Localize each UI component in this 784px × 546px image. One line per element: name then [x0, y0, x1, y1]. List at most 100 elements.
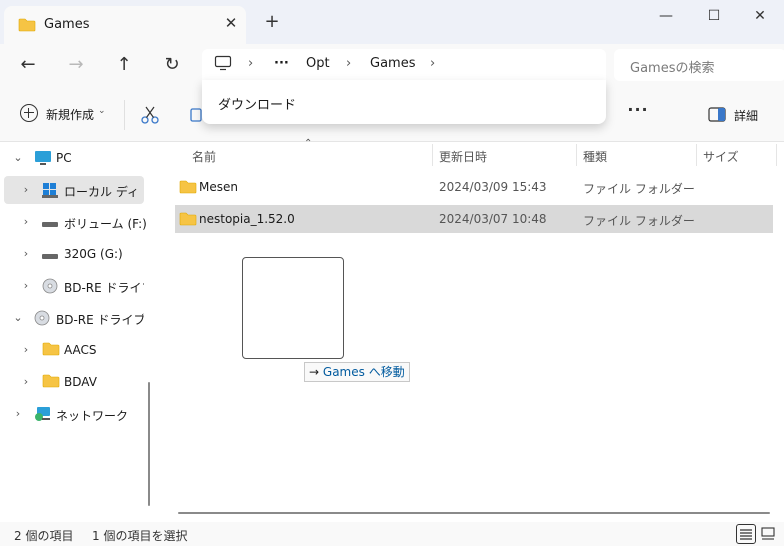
forward-button[interactable]: → — [64, 54, 88, 76]
computer-icon[interactable] — [214, 55, 232, 75]
search-placeholder: Gamesの検索 — [630, 61, 715, 76]
column-header-modified[interactable]: 更新日時 — [439, 148, 487, 165]
folder-icon — [179, 180, 197, 197]
breadcrumb-dropdown: ダウンロード — [202, 80, 606, 124]
maximize-button[interactable]: ☐ — [704, 8, 724, 24]
status-bar: 2 個の項目 1 個の項目を選択 — [0, 522, 784, 546]
sidebar-item-label: BD-RE ドライブ (H — [56, 313, 144, 327]
details-pane-icon — [708, 107, 726, 125]
close-tab-icon[interactable]: ✕ — [221, 14, 241, 32]
chevron-down-icon: ⌄ — [98, 106, 106, 116]
chevron-down-icon[interactable]: ⌄ — [12, 151, 24, 164]
drive-icon — [42, 182, 58, 201]
sidebar-item-label: ローカル ディスク — [64, 185, 140, 199]
file-modified: 2024/03/09 15:43 — [439, 180, 547, 194]
chevron-right-icon[interactable]: › — [20, 279, 32, 292]
selection-count: 1 個の項目を選択 — [92, 529, 188, 543]
chevron-down-icon[interactable]: ⌄ — [12, 311, 24, 324]
column-header-name[interactable]: 名前 — [192, 148, 216, 165]
column-divider[interactable] — [432, 144, 433, 166]
column-header-row: ⌃ 名前 更新日時 種類 サイズ — [160, 138, 784, 170]
tab-title: Games — [44, 17, 90, 32]
file-row-mesen[interactable]: Mesen 2024/03/09 15:43 ファイル フォルダー — [175, 173, 773, 201]
tiles-view-icon — [761, 527, 775, 543]
folder-icon — [42, 374, 60, 391]
details-view-button[interactable] — [736, 524, 756, 544]
address-bar[interactable]: › ··· Opt › Games › — [202, 49, 606, 81]
sidebar-item-aacs[interactable]: › AACS — [4, 336, 144, 364]
drive-icon — [42, 218, 58, 232]
breadcrumb-separator[interactable]: › — [430, 56, 435, 71]
dropdown-item-downloads[interactable]: ダウンロード — [218, 94, 296, 113]
sidebar-item-network[interactable]: › ネットワーク — [4, 400, 144, 428]
breadcrumb-separator[interactable]: › — [346, 56, 351, 71]
file-type: ファイル フォルダー — [583, 214, 695, 228]
chevron-right-icon[interactable]: › — [20, 183, 32, 196]
disc-icon — [42, 278, 58, 297]
navigation-pane: ⌄ PC › ローカル ディスク › ボリューム (F:) › 320G (G:… — [0, 142, 156, 522]
add-icon — [20, 104, 38, 122]
sidebar-item-bdav[interactable]: › BDAV — [4, 368, 144, 396]
network-icon — [34, 406, 52, 425]
arrow-right-icon: → — [309, 365, 320, 379]
horizontal-scrollbar[interactable] — [178, 512, 770, 514]
title-bar: Games ✕ + — ☐ ✕ — [0, 0, 784, 44]
drag-action: へ移動 — [368, 365, 405, 379]
column-header-type[interactable]: 種類 — [583, 148, 607, 165]
chevron-right-icon[interactable]: › — [20, 247, 32, 260]
breadcrumb-separator[interactable]: › — [248, 56, 253, 71]
tiles-view-button[interactable] — [758, 524, 778, 544]
file-row-nestopia[interactable]: nestopia_1.52.0 2024/03/07 10:48 ファイル フォ… — [175, 205, 773, 233]
column-divider[interactable] — [576, 144, 577, 166]
breadcrumb-overflow[interactable]: ··· — [274, 56, 289, 71]
chevron-right-icon[interactable]: › — [20, 343, 32, 356]
minimize-button[interactable]: — — [656, 8, 676, 24]
column-divider[interactable] — [696, 144, 697, 166]
folder-icon — [42, 342, 60, 359]
sidebar-item-volume-g[interactable]: › 320G (G:) — [4, 240, 144, 268]
folder-icon — [18, 18, 36, 35]
sidebar-scrollbar[interactable] — [148, 382, 150, 506]
sidebar-item-label: BD-RE ドライブ ( — [64, 281, 144, 295]
breadcrumb-games[interactable]: Games — [370, 56, 415, 71]
sidebar-item-label: BDAV — [64, 375, 97, 389]
sidebar-item-pc[interactable]: ⌄ PC — [4, 144, 144, 172]
sidebar-item-label: PC — [56, 151, 72, 165]
drive-icon — [42, 250, 58, 264]
sidebar-item-volume-f[interactable]: › ボリューム (F:) — [4, 208, 147, 236]
command-separator — [124, 100, 125, 130]
sort-up-icon: ⌃ — [304, 138, 313, 149]
search-input[interactable]: Gamesの検索 — [614, 49, 784, 81]
column-header-size[interactable]: サイズ — [703, 148, 739, 165]
chevron-right-icon[interactable]: › — [20, 375, 32, 388]
item-count: 2 個の項目 — [14, 529, 74, 543]
pc-icon — [34, 150, 52, 169]
back-button[interactable]: ← — [16, 54, 40, 76]
chevron-right-icon[interactable]: › — [20, 215, 32, 228]
drag-preview — [242, 257, 344, 359]
sidebar-item-local-disk[interactable]: › ローカル ディスク — [4, 176, 144, 204]
breadcrumb-opt[interactable]: Opt — [306, 56, 330, 71]
refresh-button[interactable]: ↻ — [160, 54, 184, 76]
sidebar-item-bd-drive-h[interactable]: ⌄ BD-RE ドライブ (H — [4, 304, 144, 332]
list-view-icon — [740, 529, 752, 543]
more-options-button[interactable]: ··· — [626, 100, 650, 119]
sidebar-item-label: AACS — [64, 343, 97, 357]
new-tab-button[interactable]: + — [262, 12, 282, 32]
close-window-button[interactable]: ✕ — [750, 8, 770, 24]
drag-target: Games — [322, 365, 365, 379]
tab-games[interactable]: Games ✕ — [4, 6, 246, 44]
details-label: 詳細 — [734, 109, 759, 123]
file-name: nestopia_1.52.0 — [199, 212, 295, 226]
sidebar-item-bd-drive[interactable]: › BD-RE ドライブ ( — [4, 272, 144, 300]
sidebar-item-label: 320G (G:) — [64, 247, 123, 261]
file-type: ファイル フォルダー — [583, 182, 695, 196]
sidebar-item-label: ネットワーク — [56, 409, 129, 423]
cut-icon[interactable] — [140, 106, 160, 127]
up-button[interactable]: ↑ — [112, 54, 136, 76]
new-button-label: 新規作成 — [46, 108, 95, 122]
chevron-right-icon[interactable]: › — [12, 407, 24, 420]
column-divider[interactable] — [776, 144, 777, 166]
copy-icon[interactable] — [188, 106, 202, 127]
file-name: Mesen — [199, 180, 238, 194]
